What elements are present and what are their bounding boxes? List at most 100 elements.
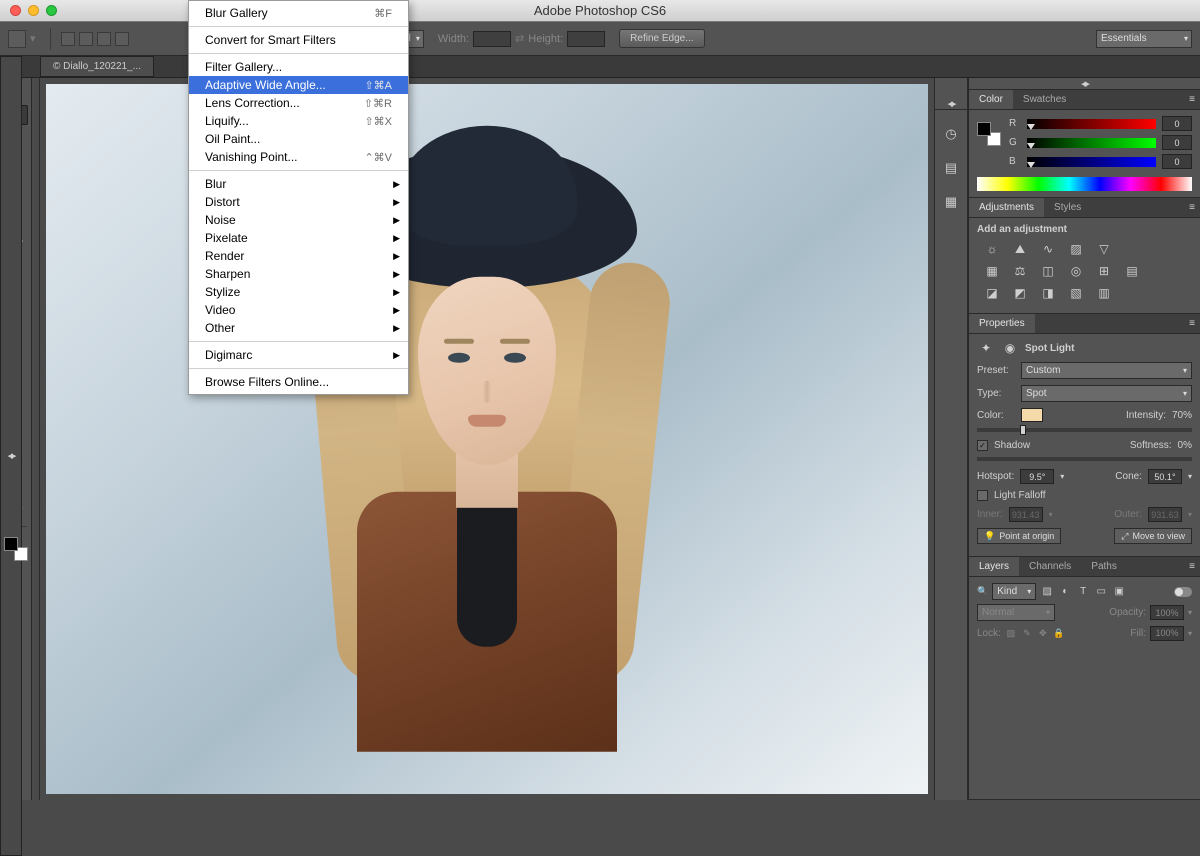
opacity-input[interactable]: 100% [1150, 605, 1184, 620]
point-at-origin-button[interactable]: 💡 Point at origin [977, 528, 1061, 544]
filter-toggle[interactable] [1174, 587, 1192, 597]
green-slider[interactable] [1027, 138, 1156, 148]
tab-properties[interactable]: Properties [969, 314, 1035, 333]
tab-adjustments[interactable]: Adjustments [969, 198, 1044, 217]
menu-item-digimarc[interactable]: Digimarc▶ [189, 346, 408, 364]
menu-item-blur[interactable]: Blur▶ [189, 175, 408, 193]
tab-paths[interactable]: Paths [1081, 557, 1127, 576]
vibrance-icon[interactable]: ▽ [1095, 241, 1113, 257]
history-panel-icon[interactable]: ◷ [940, 124, 962, 144]
red-value[interactable]: 0 [1162, 116, 1192, 131]
color-swatches-icon[interactable] [4, 537, 28, 561]
levels-icon[interactable]: ⛰ [1011, 241, 1029, 257]
tab-channels[interactable]: Channels [1019, 557, 1081, 576]
intensity-slider[interactable] [977, 428, 1192, 432]
type-select[interactable]: Spot [1021, 385, 1192, 402]
filter-smart-icon[interactable]: ▣ [1112, 584, 1126, 600]
filter-pixel-icon[interactable]: ▨ [1040, 584, 1054, 600]
collapse-dock-icon[interactable]: ◀▶ [935, 98, 967, 110]
menu-item-smart-filters[interactable]: Convert for Smart Filters [189, 31, 408, 49]
photo-filter-icon[interactable]: ◎ [1067, 263, 1085, 279]
lock-pos-icon[interactable]: ✥ [1037, 625, 1049, 641]
lock-trans-icon[interactable]: ▨ [1005, 625, 1017, 641]
blue-slider[interactable] [1027, 157, 1156, 167]
actions-panel-icon[interactable]: ▤ [940, 158, 962, 178]
brightness-icon[interactable]: ☼ [983, 241, 1001, 257]
posterize-icon[interactable]: ◩ [1011, 285, 1029, 301]
softness-value[interactable]: 0% [1178, 440, 1192, 451]
falloff-checkbox[interactable] [977, 490, 988, 501]
tab-styles[interactable]: Styles [1044, 198, 1091, 217]
collapse-panels-icon[interactable]: ◀▶ [969, 78, 1200, 90]
close-window-icon[interactable] [10, 5, 21, 16]
collapse-toolbar-icon[interactable]: ◀▶ [0, 56, 22, 856]
selection-subtract-icon[interactable] [97, 32, 111, 46]
menu-item-last-filter[interactable]: Blur Gallery⌘F [189, 4, 408, 22]
menu-item-pixelate[interactable]: Pixelate▶ [189, 229, 408, 247]
workspace-select[interactable]: Essentials [1096, 30, 1192, 48]
menu-item-other[interactable]: Other▶ [189, 319, 408, 337]
menu-item-noise[interactable]: Noise▶ [189, 211, 408, 229]
tab-layers[interactable]: Layers [969, 557, 1019, 576]
hue-icon[interactable]: ▦ [983, 263, 1001, 279]
selection-add-icon[interactable] [79, 32, 93, 46]
exposure-icon[interactable]: ▨ [1067, 241, 1085, 257]
menu-item-render[interactable]: Render▶ [189, 247, 408, 265]
shadow-checkbox[interactable]: ✓ [977, 440, 988, 451]
panel-menu-icon[interactable]: ≡ [1184, 557, 1200, 576]
blend-mode-select[interactable]: Normal [977, 604, 1055, 621]
softness-slider[interactable] [977, 457, 1192, 461]
light-color-chip[interactable] [1021, 408, 1043, 422]
color-lookup-icon[interactable]: ▤ [1123, 263, 1141, 279]
document-canvas[interactable] [46, 84, 928, 794]
menu-item-sharpen[interactable]: Sharpen▶ [189, 265, 408, 283]
menu-item-oil-paint[interactable]: Oil Paint... [189, 130, 408, 148]
intensity-value[interactable]: 70% [1172, 410, 1192, 421]
marquee-tool-icon[interactable] [8, 30, 26, 48]
menu-item-adaptive-wide-angle[interactable]: Adaptive Wide Angle...⇧⌘A [189, 76, 408, 94]
bw-icon[interactable]: ◫ [1039, 263, 1057, 279]
filter-adjust-icon[interactable]: ◐ [1058, 584, 1072, 600]
menu-item-stylize[interactable]: Stylize▶ [189, 283, 408, 301]
layer-filter-select[interactable]: Kind [992, 583, 1036, 600]
selective-color-icon[interactable]: ▥ [1095, 285, 1113, 301]
minimize-window-icon[interactable] [28, 5, 39, 16]
menu-item-filter-gallery[interactable]: Filter Gallery... [189, 58, 408, 76]
lock-pixel-icon[interactable]: ✎ [1021, 625, 1033, 641]
zoom-window-icon[interactable] [46, 5, 57, 16]
threshold-icon[interactable]: ◨ [1039, 285, 1057, 301]
color-balance-icon[interactable]: ⚖ [1011, 263, 1029, 279]
cone-input[interactable]: 50.1° [1148, 469, 1182, 484]
info-panel-icon[interactable]: ▦ [940, 192, 962, 212]
menu-item-distort[interactable]: Distort▶ [189, 193, 408, 211]
foreground-background-swatch[interactable] [977, 122, 1001, 146]
move-to-view-button[interactable]: ⤢ Move to view [1114, 528, 1192, 544]
blue-value[interactable]: 0 [1162, 154, 1192, 169]
curves-icon[interactable]: ∿ [1039, 241, 1057, 257]
menu-item-lens-correction[interactable]: Lens Correction...⇧⌘R [189, 94, 408, 112]
invert-icon[interactable]: ◪ [983, 285, 1001, 301]
filter-shape-icon[interactable]: ▭ [1094, 584, 1108, 600]
panel-menu-icon[interactable]: ≡ [1184, 314, 1200, 333]
green-value[interactable]: 0 [1162, 135, 1192, 150]
panel-menu-icon[interactable]: ≡ [1184, 198, 1200, 217]
red-slider[interactable] [1027, 119, 1156, 129]
filter-type-icon[interactable]: T [1076, 584, 1090, 600]
lock-all-icon[interactable]: 🔒 [1053, 625, 1065, 641]
gradient-map-icon[interactable]: ▧ [1067, 285, 1085, 301]
menu-item-video[interactable]: Video▶ [189, 301, 408, 319]
color-spectrum[interactable] [977, 177, 1192, 191]
hotspot-input[interactable]: 9.5° [1020, 469, 1054, 484]
selection-new-icon[interactable] [61, 32, 75, 46]
menu-item-liquify[interactable]: Liquify...⇧⌘X [189, 112, 408, 130]
menu-item-vanishing-point[interactable]: Vanishing Point...⌃⌘V [189, 148, 408, 166]
selection-intersect-icon[interactable] [115, 32, 129, 46]
channel-mixer-icon[interactable]: ⊞ [1095, 263, 1113, 279]
refine-edge-button[interactable]: Refine Edge... [619, 29, 704, 48]
menu-item-browse-filters[interactable]: Browse Filters Online... [189, 373, 408, 391]
fill-input[interactable]: 100% [1150, 626, 1184, 641]
preset-select[interactable]: Custom [1021, 362, 1192, 379]
panel-menu-icon[interactable]: ≡ [1184, 90, 1200, 109]
tab-swatches[interactable]: Swatches [1013, 90, 1076, 109]
tab-color[interactable]: Color [969, 90, 1013, 109]
